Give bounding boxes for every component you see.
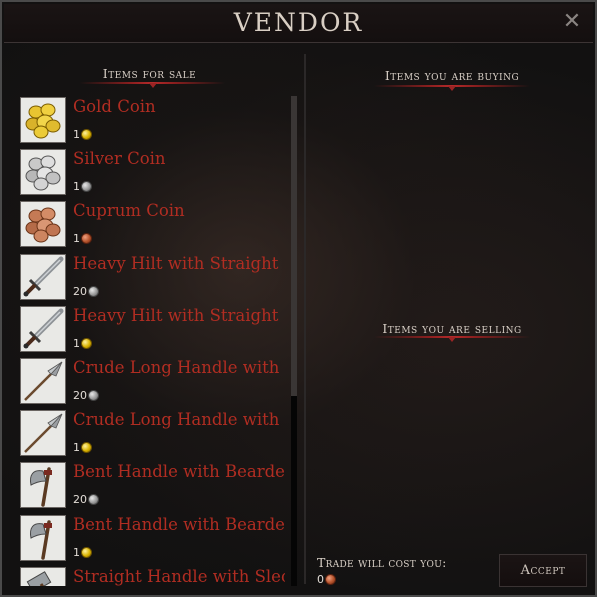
silver-coin-icon <box>88 389 99 401</box>
spear-icon <box>20 410 66 457</box>
item-name: Silver Coin <box>73 149 166 169</box>
item-price-value: 20 <box>73 493 87 507</box>
trade-cost-value: 0 <box>317 573 324 586</box>
item-price-value: 20 <box>73 388 87 402</box>
item-price-value: 1 <box>73 336 80 350</box>
sword-icon <box>20 253 66 300</box>
list-item[interactable]: Crude Long Handle with 20 <box>19 357 294 409</box>
item-price: 1 <box>73 337 92 350</box>
item-price-value: 1 <box>73 128 80 141</box>
item-price-value: 1 <box>73 545 80 559</box>
list-item[interactable]: Silver Coin 1 <box>19 148 294 200</box>
spear-icon <box>20 357 66 404</box>
items-selling-underline <box>374 336 530 342</box>
item-name: Bent Handle with Bearde <box>73 462 285 482</box>
title-bar: Vendor ✕ <box>4 4 593 43</box>
gold-coin-icon <box>81 337 92 349</box>
items-for-sale-underline <box>80 82 225 88</box>
item-price-value: 20 <box>73 284 87 298</box>
item-name: Bent Handle with Bearde <box>73 514 285 534</box>
item-price-value: 1 <box>73 441 80 455</box>
sledge-icon <box>20 566 66 586</box>
item-price: 1 <box>73 128 92 141</box>
list-item[interactable]: Crude Long Handle with 1 <box>19 409 294 461</box>
silver-coin-icon <box>81 181 92 193</box>
items-for-sale-list: Gold Coin 1 Silver Coin 1 Cuprum Coin 1 Heavy … <box>19 96 294 586</box>
item-price: 20 <box>73 285 99 298</box>
copper-coin-icon <box>81 233 92 245</box>
gold-coin-icon <box>81 129 92 140</box>
trade-cost: 0 <box>317 573 336 586</box>
item-name: Cuprum Coin <box>73 201 185 221</box>
item-name: Crude Long Handle with <box>73 410 280 430</box>
items-selling-heading: Items you are selling <box>382 321 522 336</box>
item-name: Gold Coin <box>73 97 156 116</box>
list-item[interactable]: Straight Handle with Slec <box>19 566 294 586</box>
list-item[interactable]: Heavy Hilt with Straight 20 <box>19 253 294 305</box>
item-price: 20 <box>73 389 99 402</box>
item-price: 1 <box>73 180 92 193</box>
silver-coin-icon <box>88 285 99 297</box>
gold-coin-icon <box>81 442 92 454</box>
item-price: 1 <box>73 441 92 454</box>
vendor-window: Vendor ✕ Items for sale Items you are bu… <box>0 0 597 597</box>
item-name: Straight Handle with Slec <box>73 566 285 586</box>
list-scrollbar[interactable] <box>291 96 297 586</box>
item-price: 1 <box>73 546 92 559</box>
items-buying-heading: Items you are buying <box>384 68 520 83</box>
item-price-value: 1 <box>73 232 80 246</box>
silver-coin-icon <box>88 494 99 506</box>
items-buying-underline <box>374 85 530 91</box>
cuprum-coins-icon <box>20 201 66 248</box>
window-title: Vendor <box>233 8 364 37</box>
panel-divider <box>304 54 306 584</box>
list-item[interactable]: Cuprum Coin 1 <box>19 200 294 252</box>
list-item[interactable]: Bent Handle with Bearde 1 <box>19 514 294 566</box>
silver-coins-icon <box>20 149 66 196</box>
list-item[interactable]: Bent Handle with Bearde 20 <box>19 461 294 513</box>
list-item[interactable]: Heavy Hilt with Straight 1 <box>19 305 294 357</box>
items-for-sale-heading: Items for sale <box>102 66 197 81</box>
gold-coin-icon <box>81 546 92 558</box>
scrollbar-thumb[interactable] <box>291 96 297 396</box>
axe-icon <box>20 462 66 509</box>
list-item[interactable]: Gold Coin 1 <box>19 96 294 148</box>
item-name: Crude Long Handle with <box>73 357 280 377</box>
copper-coin-icon <box>325 574 336 585</box>
item-name: Heavy Hilt with Straight <box>73 253 279 273</box>
gold-coins-icon <box>20 97 66 143</box>
accept-button[interactable]: Accept <box>499 554 587 587</box>
sword-icon <box>20 305 66 352</box>
item-price-value: 1 <box>73 180 80 194</box>
axe-icon <box>20 514 66 561</box>
close-icon[interactable]: ✕ <box>561 11 583 33</box>
item-name: Heavy Hilt with Straight <box>73 305 279 325</box>
item-price: 20 <box>73 493 99 506</box>
item-price: 1 <box>73 232 92 245</box>
trade-cost-label: Trade will cost you: <box>317 555 447 570</box>
